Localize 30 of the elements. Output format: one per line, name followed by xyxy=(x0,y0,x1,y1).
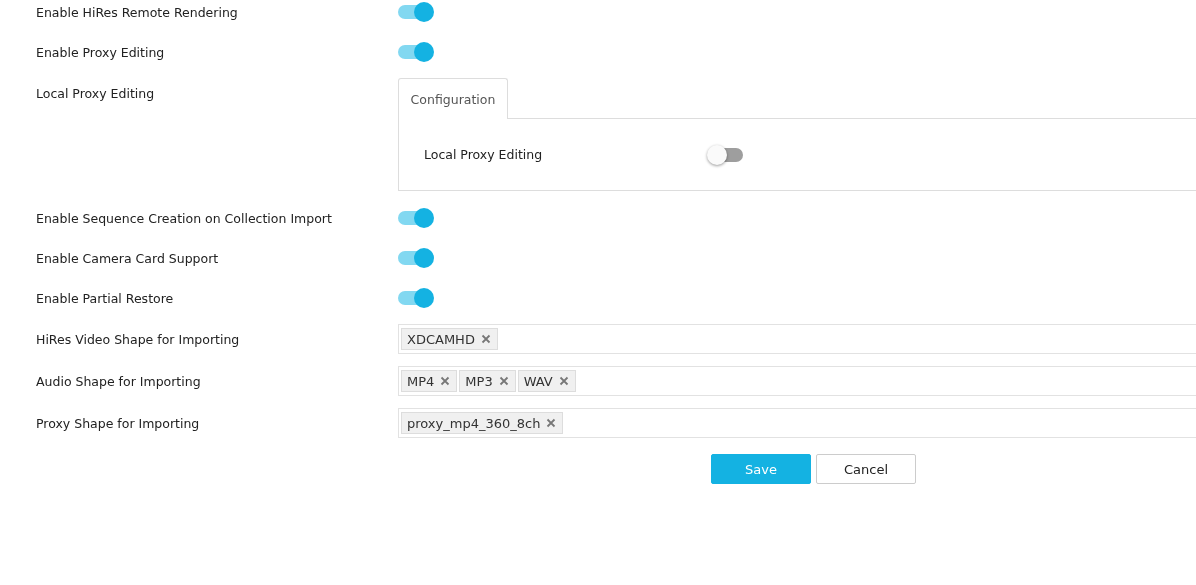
tag-input-field[interactable]: MP4 MP3 WAV xyxy=(398,366,1196,396)
toggle-switch[interactable] xyxy=(398,206,434,230)
close-icon[interactable] xyxy=(546,418,557,428)
tag-chip: proxy_mp4_360_8ch xyxy=(401,412,564,434)
tag-chip: WAV xyxy=(517,370,576,392)
close-icon[interactable] xyxy=(480,334,491,344)
toggle-switch[interactable] xyxy=(398,246,434,270)
close-icon[interactable] xyxy=(440,376,451,386)
tag-chip: MP3 xyxy=(459,370,516,392)
close-icon[interactable] xyxy=(498,376,509,386)
setting-label: Enable Proxy Editing xyxy=(35,44,166,60)
setting-label: Audio Shape for Importing xyxy=(35,373,202,389)
setting-label: Enable Sequence Creation on Collection Import xyxy=(35,210,333,226)
toggle-switch[interactable] xyxy=(398,286,434,310)
setting-label: Local Proxy Editing xyxy=(423,147,544,162)
setting-label: HiRes Video Shape for Importing xyxy=(35,331,241,347)
tag-chip: XDCAMHD xyxy=(401,328,498,350)
tag-input-field[interactable]: XDCAMHD xyxy=(398,324,1196,354)
setting-label: Proxy Shape for Importing xyxy=(35,415,201,431)
cancel-button[interactable]: Cancel xyxy=(816,454,916,484)
toggle-switch[interactable] xyxy=(398,0,434,24)
setting-label: Enable Partial Restore xyxy=(35,290,175,306)
close-icon[interactable] xyxy=(558,376,569,386)
toggle-switch[interactable] xyxy=(398,40,434,64)
tag-input-field[interactable]: proxy_mp4_360_8ch xyxy=(398,408,1196,438)
setting-label: Enable HiRes Remote Rendering xyxy=(35,4,239,20)
tab[interactable]: Configuration xyxy=(398,78,508,119)
tag-chip: MP4 xyxy=(401,370,458,392)
setting-label: Local Proxy Editing xyxy=(35,85,156,101)
setting-label: Enable Camera Card Support xyxy=(35,250,220,266)
